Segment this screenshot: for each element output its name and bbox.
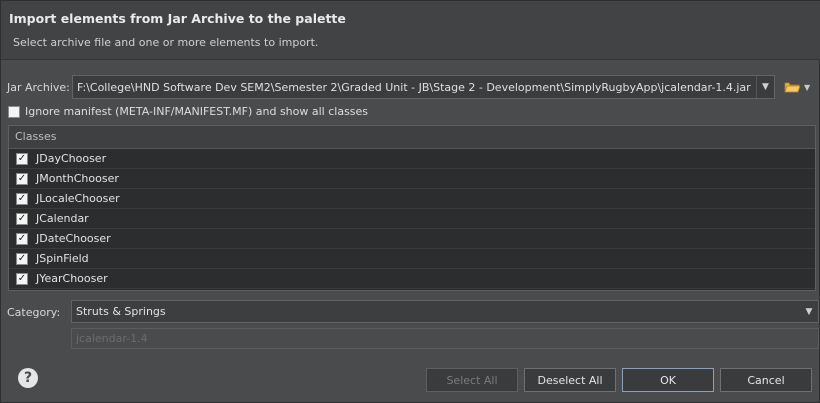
dialog-header: Import elements from Jar Archive to the …	[1, 1, 820, 60]
select-all-button[interactable]: Select All	[426, 368, 518, 392]
folder-icon	[784, 82, 800, 93]
class-checkbox[interactable]	[16, 212, 28, 225]
class-checkbox[interactable]	[16, 172, 28, 185]
chevron-down-icon[interactable]: ▼	[756, 76, 774, 98]
class-checkbox[interactable]	[16, 272, 28, 285]
list-item[interactable]: JDayChooser	[9, 149, 815, 169]
classes-list[interactable]: Classes JDayChooser JMonthChooser JLocal…	[8, 125, 816, 291]
jar-archive-combo[interactable]: F:\College\HND Software Dev SEM2\Semeste…	[72, 75, 775, 99]
library-name-field: jcalendar-1.4	[71, 328, 819, 349]
list-item[interactable]: JDateChooser	[9, 229, 815, 249]
browse-folder-button[interactable]: ▼	[784, 78, 818, 96]
class-checkbox[interactable]	[16, 252, 28, 265]
class-label: JCalendar	[36, 212, 89, 225]
cancel-button[interactable]: Cancel	[720, 368, 812, 392]
ignore-manifest-checkbox[interactable]	[8, 105, 20, 118]
jar-archive-path: F:\College\HND Software Dev SEM2\Semeste…	[77, 81, 751, 94]
class-label: JSpinField	[36, 252, 89, 265]
category-value: Struts & Springs	[76, 305, 166, 318]
list-item[interactable]: JMonthChooser	[9, 169, 815, 189]
class-label: JYearChooser	[36, 272, 108, 285]
category-combo[interactable]: Struts & Springs ▼	[71, 300, 819, 323]
list-item[interactable]: JCalendar	[9, 209, 815, 229]
library-name-value: jcalendar-1.4	[76, 332, 148, 345]
class-checkbox[interactable]	[16, 232, 28, 245]
dropdown-arrow-icon[interactable]: ▼	[804, 83, 810, 92]
list-item[interactable]: JSpinField	[9, 249, 815, 269]
class-label: JDateChooser	[36, 232, 111, 245]
ignore-manifest-option[interactable]: Ignore manifest (META-INF/MANIFEST.MF) a…	[8, 104, 368, 119]
jar-archive-label: Jar Archive:	[7, 81, 70, 94]
class-label: JLocaleChooser	[36, 192, 120, 205]
class-checkbox[interactable]	[16, 192, 28, 205]
classes-header: Classes	[9, 126, 815, 149]
dialog-title: Import elements from Jar Archive to the …	[9, 11, 346, 26]
category-label: Category:	[7, 306, 61, 319]
ok-button[interactable]: OK	[622, 368, 714, 392]
class-checkbox[interactable]	[16, 152, 28, 165]
deselect-all-button[interactable]: Deselect All	[524, 368, 616, 392]
list-item[interactable]: JYearChooser	[9, 269, 815, 289]
chevron-down-icon[interactable]: ▼	[800, 301, 818, 322]
dialog-subtitle: Select archive file and one or more elem…	[13, 36, 319, 49]
import-dialog: Import elements from Jar Archive to the …	[0, 0, 820, 403]
class-label: JDayChooser	[36, 152, 107, 165]
list-item[interactable]: JLocaleChooser	[9, 189, 815, 209]
class-label: JMonthChooser	[36, 172, 119, 185]
ignore-manifest-label: Ignore manifest (META-INF/MANIFEST.MF) a…	[25, 105, 369, 118]
help-icon[interactable]: ?	[18, 368, 38, 388]
